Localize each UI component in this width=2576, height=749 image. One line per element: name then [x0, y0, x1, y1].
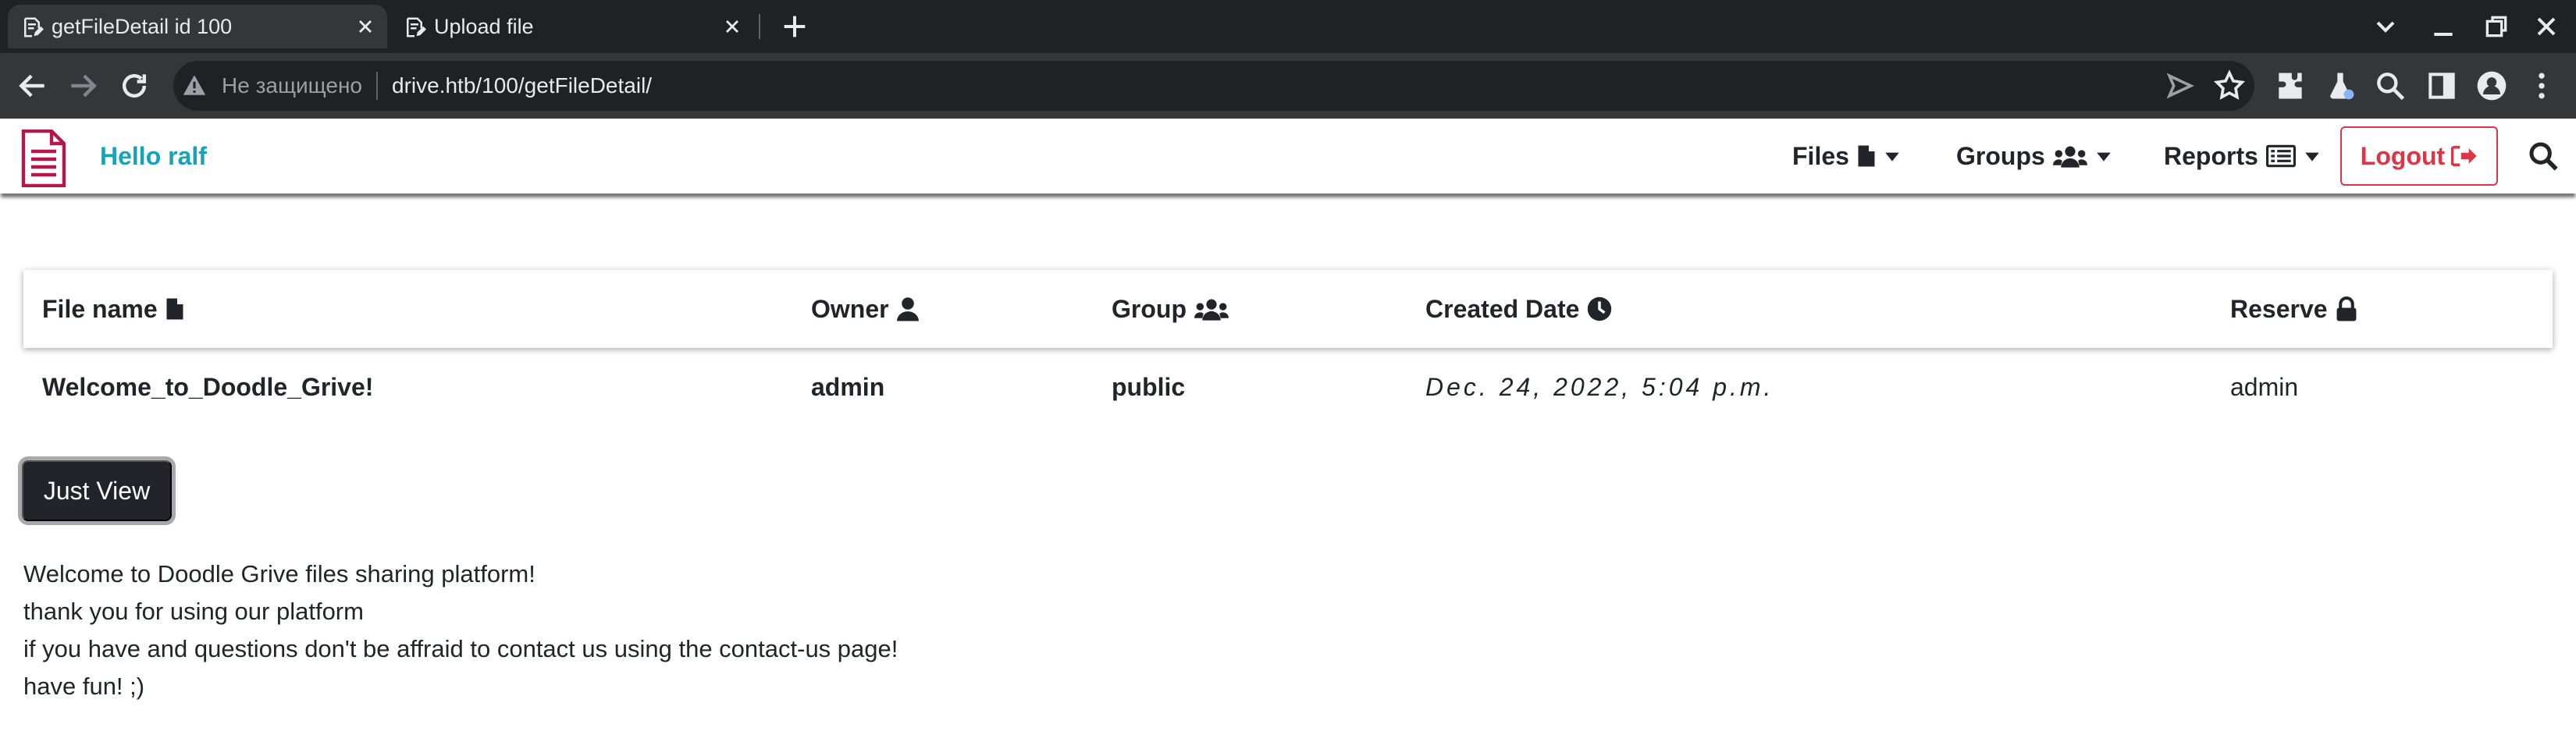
warning-icon[interactable]: [181, 72, 208, 98]
document-edit-icon: [407, 17, 426, 37]
users-icon: [1194, 299, 1229, 321]
logout-button[interactable]: Logout: [2340, 126, 2498, 186]
more-menu-icon[interactable]: [2524, 69, 2559, 103]
list-icon: [2265, 144, 2296, 168]
groups-menu[interactable]: Groups: [1956, 137, 2112, 175]
reports-menu[interactable]: Reports: [2164, 137, 2321, 175]
content-line: have fun! ;): [23, 673, 145, 700]
new-tab-icon[interactable]: [779, 11, 810, 42]
header-file-name-label: File name: [42, 294, 158, 323]
header-file-name: File name: [42, 270, 184, 348]
content-line: if you have and questions don't be affra…: [23, 635, 898, 662]
header-created-date-label: Created Date: [1425, 294, 1580, 323]
content-line: thank you for using our platform: [23, 598, 364, 625]
reload-icon[interactable]: [117, 69, 151, 103]
back-arrow-icon[interactable]: [16, 69, 50, 103]
browser-tab-bar: getFileDetail id 100 Upload file: [0, 0, 2576, 53]
header-owner-label: Owner: [811, 294, 889, 323]
forward-arrow-icon[interactable]: [66, 69, 100, 103]
bookmark-star-icon[interactable]: [2212, 69, 2247, 103]
greeting[interactable]: Hello ralf: [100, 139, 207, 173]
header-owner: Owner: [811, 270, 919, 348]
header-reserve-label: Reserve: [2230, 294, 2328, 323]
close-icon[interactable]: [721, 16, 743, 37]
cell-reserve: admin: [2230, 372, 2299, 401]
address-url[interactable]: drive.htb/100/getFileDetail/: [392, 69, 652, 103]
file-content: Welcome to Doodle Grive files sharing pl…: [23, 556, 898, 705]
tab-title: getFileDetail id 100: [52, 14, 233, 38]
zoom-search-icon[interactable]: [2373, 69, 2407, 103]
header-group: Group: [1112, 270, 1229, 348]
tab-getfiledetail[interactable]: getFileDetail id 100: [8, 5, 387, 48]
tab-title: Upload file: [434, 14, 534, 38]
user-icon: [896, 297, 919, 321]
document-icon[interactable]: [20, 130, 67, 187]
reports-menu-label: Reports: [2164, 141, 2258, 170]
browser-toolbar: Не защищено drive.htb/100/getFileDetail/: [0, 53, 2576, 119]
files-menu-label: Files: [1792, 141, 1849, 170]
tab-upload-file[interactable]: Upload file: [390, 5, 754, 48]
security-label[interactable]: Не защищено: [222, 69, 362, 103]
users-icon: [2052, 146, 2087, 168]
site-navbar: Hello ralf Files Groups Reports Logout: [0, 119, 2576, 193]
flask-icon[interactable]: [2323, 69, 2357, 103]
search-icon[interactable]: [2528, 140, 2559, 172]
header-reserve: Reserve: [2230, 270, 2357, 348]
just-view-button[interactable]: Just View: [22, 460, 172, 521]
minimize-icon[interactable]: [2428, 11, 2459, 42]
header-created-date: Created Date: [1425, 270, 1612, 348]
extensions-icon[interactable]: [2273, 69, 2307, 103]
send-icon[interactable]: [2162, 69, 2197, 103]
table-header: File name Owner Group Created Date Reser…: [23, 270, 2553, 348]
cell-created-date: Dec. 24, 2022, 5:04 p.m.: [1425, 372, 1774, 401]
header-group-label: Group: [1112, 294, 1187, 323]
file-icon: [1858, 145, 1875, 167]
close-window-icon[interactable]: [2531, 11, 2562, 42]
sign-out-icon: [2451, 145, 2477, 167]
address-divider: [376, 72, 378, 100]
groups-menu-label: Groups: [1956, 141, 2045, 170]
logout-label: Logout: [2360, 141, 2446, 170]
caret-down-icon: [2305, 152, 2319, 162]
profile-avatar-icon[interactable]: [2475, 69, 2509, 103]
lock-icon: [2336, 296, 2356, 321]
files-menu[interactable]: Files: [1792, 137, 1901, 175]
table-row[interactable]: Welcome_to_Doodle_Grive! admin public De…: [23, 348, 2553, 426]
cell-file-name[interactable]: Welcome_to_Doodle_Grive!: [42, 348, 373, 426]
file-icon: [166, 298, 183, 320]
side-panel-icon[interactable]: [2425, 69, 2459, 103]
clock-icon: [1588, 296, 1612, 321]
tab-search-chevron-icon[interactable]: [2370, 11, 2401, 42]
restore-icon[interactable]: [2481, 11, 2512, 42]
cell-owner: admin: [811, 372, 885, 401]
content-line: Welcome to Doodle Grive files sharing pl…: [23, 560, 535, 587]
caret-down-icon: [2096, 152, 2111, 162]
caret-down-icon: [1885, 152, 1899, 162]
close-icon[interactable]: [354, 16, 376, 37]
document-edit-icon: [24, 17, 44, 37]
cell-group: public: [1112, 372, 1186, 401]
tab-separator: [759, 14, 760, 39]
